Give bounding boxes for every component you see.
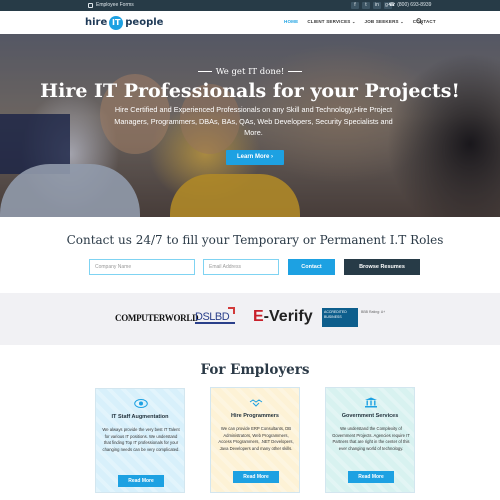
top-utility-bar: Employee Forms f t in g+ ☎ (800) 693-893… (0, 0, 500, 11)
nav-item-job-seekers[interactable]: JOB SEEKERS ⌄ (365, 19, 404, 24)
logo-text-it: IT (109, 15, 124, 30)
email-field[interactable]: Email Address (203, 259, 279, 275)
everify-logo-text: -Verify (263, 308, 313, 325)
main-nav: hire IT people HOME CLIENT SERVICES ⌄ JO… (0, 11, 500, 34)
divider (288, 71, 303, 72)
contact-button[interactable]: Contact (288, 259, 335, 275)
chevron-down-icon: ⌄ (400, 19, 404, 24)
divider (197, 71, 212, 72)
social-links: f t in g+ (351, 2, 392, 9)
card-title: Government Services (341, 413, 399, 419)
read-more-button[interactable]: Read More (348, 471, 394, 483)
company-name-field[interactable]: Company Name (89, 259, 195, 275)
read-more-button[interactable]: Read More (118, 475, 164, 487)
service-card-staff-augmentation: IT Staff Augmentation We always provide … (95, 388, 185, 493)
chevron-down-icon: ⌄ (351, 19, 356, 24)
computerworld-logo: COMPUTERWORLD (115, 313, 199, 323)
nav-item-home[interactable]: HOME (284, 19, 298, 24)
contact-title: Contact us 24/7 to fill your Temporary o… (66, 233, 444, 247)
nav-item-job-seekers-label: JOB SEEKERS (364, 19, 399, 24)
hero-subtitle: Hire Certified and Experienced Professio… (114, 105, 393, 137)
chevron-right-icon: › (271, 154, 273, 160)
browse-resumes-button[interactable]: Browse Resumes (344, 259, 420, 275)
phone-icon: ☎ (389, 2, 396, 8)
eye-icon (134, 399, 148, 408)
employee-forms-link[interactable]: Employee Forms (88, 2, 134, 8)
read-more-button[interactable]: Read More (233, 471, 279, 483)
dslbd-logo-mark (228, 307, 235, 314)
nav-menu: HOME CLIENT SERVICES ⌄ JOB SEEKERS ⌄ CON… (284, 19, 436, 24)
document-icon (88, 2, 93, 8)
government-building-icon (365, 397, 377, 408)
nav-item-client-services-label: CLIENT SERVICES (307, 19, 351, 24)
learn-more-button[interactable]: Learn More › (226, 150, 284, 165)
handshake-icon (249, 399, 263, 407)
bbb-badge: ACCREDITED BUSINESS (322, 308, 358, 327)
everify-logo: E-Verify (253, 308, 313, 326)
dslbd-logo-bar (195, 322, 235, 324)
dslbd-logo: DSLBD (195, 307, 237, 329)
card-text: We understand the Complexity of Governme… (332, 426, 410, 451)
phone-number: (800) 693-8939 (397, 2, 432, 8)
twitter-icon[interactable]: t (362, 2, 370, 9)
hero-tagline: We get IT done! (0, 67, 500, 77)
employee-forms-label: Employee Forms (96, 2, 134, 8)
for-employers-title: For Employers (200, 362, 310, 378)
card-title: Hire Programmers (231, 413, 279, 419)
everify-logo-e: E (253, 308, 264, 325)
site-logo[interactable]: hire IT people (85, 15, 163, 30)
bbb-rating-text: BBB Rating: A+ (361, 310, 386, 314)
logo-text-people: people (125, 17, 164, 28)
partner-logos: COMPUTERWORLD DSLBD E-Verify ACCREDITED … (0, 293, 500, 345)
hero-tagline-text: We get IT done! (215, 67, 285, 77)
learn-more-label: Learn More (236, 154, 270, 160)
card-text: We can provide ERP Consultants, DB Admin… (218, 426, 294, 451)
hero-title: Hire IT Professionals for your Projects! (40, 80, 460, 102)
phone-link[interactable]: ☎ (800) 693-8939 (389, 2, 431, 8)
card-title: IT Staff Augmentation (111, 414, 169, 420)
service-card-hire-programmers: Hire Programmers We can provide ERP Cons… (210, 387, 300, 493)
card-text: We always provide the very best IT Talen… (102, 427, 180, 452)
contact-form: Company Name Email Address Contact Brows… (0, 259, 500, 275)
service-card-government-services: Government Services We understand the Co… (325, 387, 415, 493)
facebook-icon[interactable]: f (351, 2, 359, 9)
nav-item-client-services[interactable]: CLIENT SERVICES ⌄ (307, 19, 355, 24)
hero-banner: We get IT done! Hire IT Professionals fo… (0, 34, 500, 217)
linkedin-icon[interactable]: in (373, 2, 381, 9)
search-icon[interactable] (416, 18, 423, 25)
logo-text-hire: hire (85, 17, 108, 28)
